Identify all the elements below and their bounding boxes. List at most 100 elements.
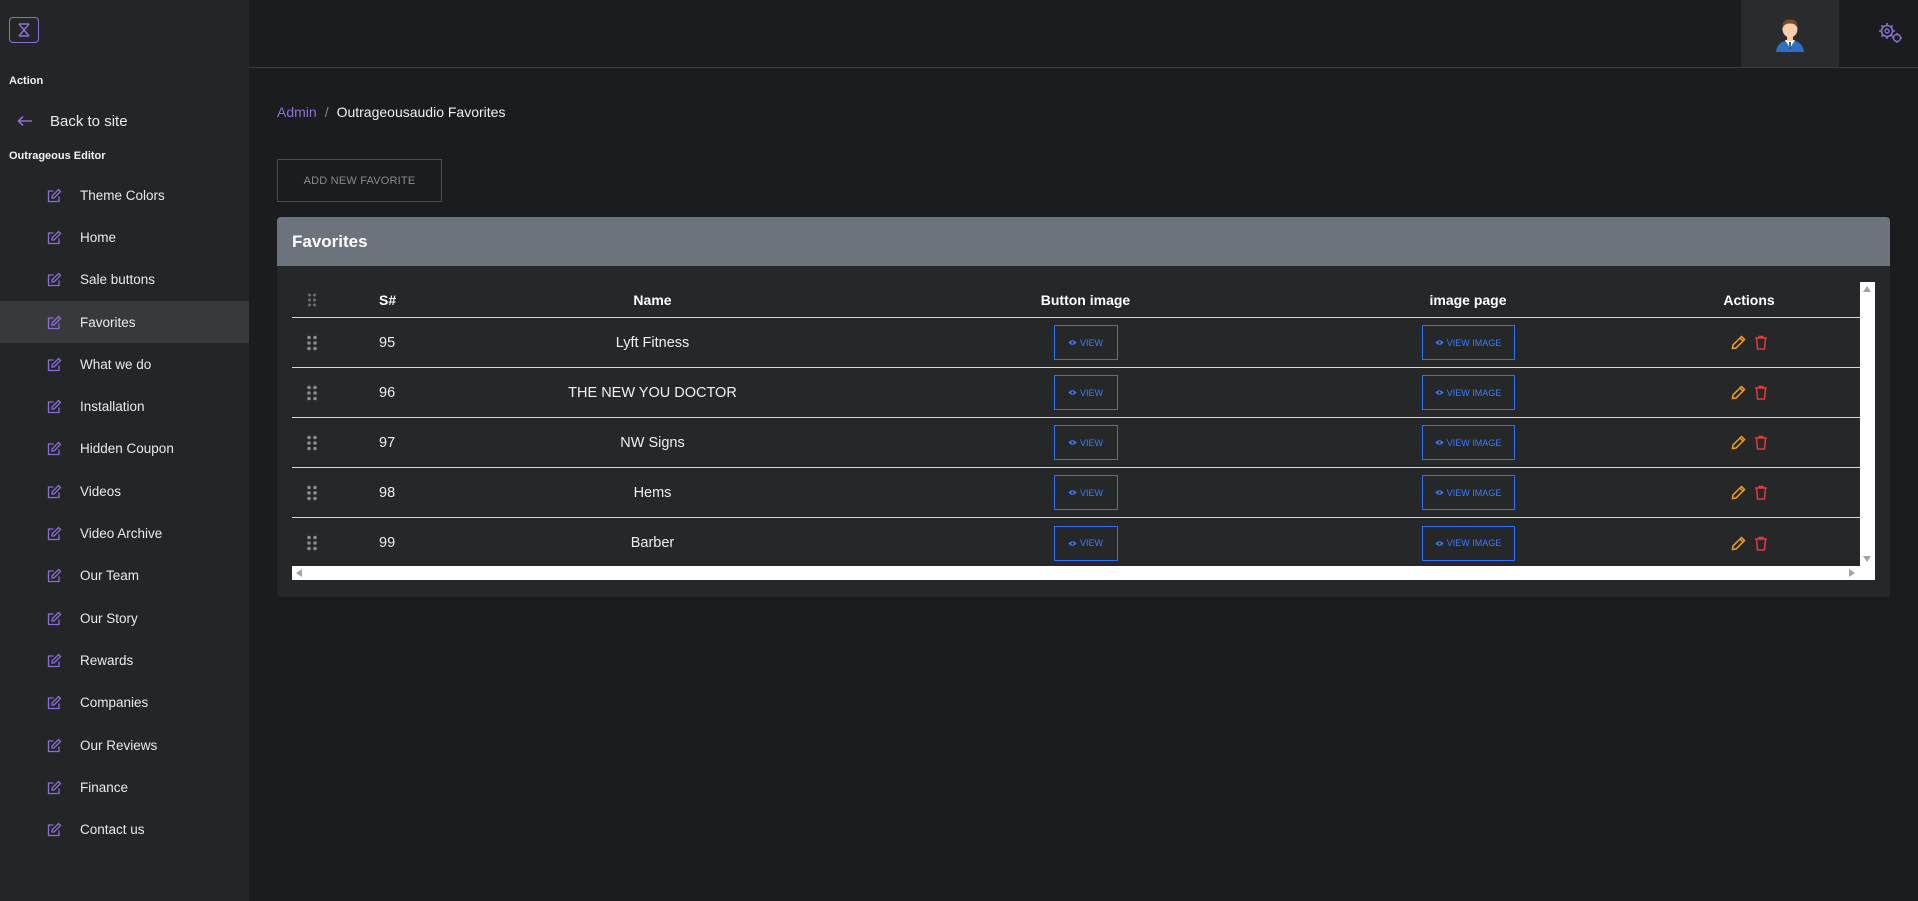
- view-image-button[interactable]: VIEW IMAGE: [1421, 375, 1515, 410]
- sidebar-item-our-story[interactable]: Our Story: [0, 597, 249, 639]
- sidebar-item-label: Video Archive: [80, 526, 163, 542]
- sidebar-item-our-reviews[interactable]: Our Reviews: [0, 724, 249, 766]
- sidebar-item-our-team[interactable]: Our Team: [0, 555, 249, 597]
- view-button[interactable]: VIEW: [1053, 325, 1118, 360]
- row-sn: 97: [379, 434, 396, 451]
- view-image-button-label: VIEW IMAGE: [1446, 538, 1502, 548]
- view-button[interactable]: VIEW: [1053, 375, 1118, 410]
- delete-trash-icon[interactable]: [1754, 335, 1768, 350]
- scroll-up-arrow-icon[interactable]: [1863, 286, 1871, 292]
- sidebar-item-label: Favorites: [80, 314, 136, 330]
- breadcrumb-separator: /: [324, 104, 329, 120]
- sidebar-item-what-we-do[interactable]: What we do: [0, 343, 249, 385]
- sidebar-item-rewards[interactable]: Rewards: [0, 639, 249, 681]
- breadcrumb-admin-link[interactable]: Admin: [277, 104, 317, 120]
- header-sn: S#: [379, 291, 397, 308]
- view-image-button[interactable]: VIEW IMAGE: [1421, 475, 1515, 510]
- horizontal-scrollbar[interactable]: [292, 566, 1875, 580]
- sidebar-item-label: Installation: [80, 399, 145, 415]
- sidebar-item-companies[interactable]: Companies: [0, 682, 249, 724]
- edit-icon: [47, 272, 62, 287]
- drag-handle-icon[interactable]: [292, 335, 332, 351]
- sidebar-item-favorites[interactable]: Favorites: [0, 300, 249, 344]
- sidebar-item-label: Our Reviews: [80, 737, 158, 753]
- edit-icon: [47, 526, 62, 541]
- view-image-button[interactable]: VIEW IMAGE: [1421, 525, 1515, 561]
- edit-pencil-icon[interactable]: [1731, 535, 1746, 551]
- edit-icon: [47, 780, 62, 795]
- drag-handle-icon[interactable]: [292, 535, 332, 551]
- breadcrumb: Admin / Outrageousaudio Favorites: [277, 104, 505, 120]
- delete-trash-icon[interactable]: [1754, 435, 1768, 450]
- scroll-left-arrow-icon[interactable]: [296, 569, 302, 577]
- row-name: Lyft Fitness: [615, 334, 690, 351]
- edit-icon: [47, 822, 62, 837]
- edit-pencil-icon[interactable]: [1731, 335, 1746, 350]
- drag-handle-icon[interactable]: [292, 385, 332, 401]
- row-name: Hems: [633, 484, 672, 501]
- view-image-button-label: VIEW IMAGE: [1446, 387, 1502, 398]
- sidebar-item-label: Finance: [80, 779, 129, 795]
- edit-icon: [47, 357, 62, 372]
- eye-icon: [1068, 390, 1077, 395]
- sidebar-item-sale-buttons[interactable]: Sale buttons: [0, 259, 249, 301]
- sidebar-item-label: Sale buttons: [80, 272, 156, 288]
- view-button[interactable]: VIEW: [1053, 425, 1118, 460]
- edit-icon: [47, 441, 62, 456]
- sidebar-item-video-archive[interactable]: Video Archive: [0, 512, 249, 554]
- delete-trash-icon[interactable]: [1754, 485, 1768, 500]
- breadcrumb-current: Outrageousaudio Favorites: [336, 104, 506, 120]
- scroll-down-arrow-icon[interactable]: [1863, 556, 1871, 562]
- back-to-site-link[interactable]: Back to site: [0, 106, 249, 136]
- table-header-row: S# Name Button image image page Actions: [292, 282, 1860, 318]
- add-new-favorite-button[interactable]: ADD NEW FAVORITE: [277, 159, 442, 202]
- table-row: 98 Hems VIEW VIEW IMAGE: [292, 468, 1860, 518]
- sidebar-item-finance[interactable]: Finance: [0, 766, 249, 808]
- user-avatar-button[interactable]: [1741, 0, 1839, 67]
- edit-icon: [47, 568, 62, 583]
- drag-handle-icon[interactable]: [292, 435, 332, 451]
- back-to-site-label: Back to site: [50, 112, 128, 130]
- sidebar-item-label: Rewards: [80, 652, 134, 668]
- drag-handle-icon[interactable]: [292, 485, 332, 501]
- gear-icon: [1879, 23, 1902, 43]
- table-row: 97 NW Signs VIEW VIEW IMAGE: [292, 418, 1860, 468]
- view-button-label: VIEW: [1079, 437, 1103, 448]
- delete-trash-icon[interactable]: [1754, 536, 1768, 551]
- sidebar-item-hidden-coupon[interactable]: Hidden Coupon: [0, 428, 249, 470]
- sidebar-item-label: Companies: [80, 695, 149, 711]
- edit-icon: [47, 399, 62, 414]
- edit-pencil-icon[interactable]: [1731, 485, 1746, 500]
- sidebar-item-label: What we do: [80, 356, 152, 372]
- edit-pencil-icon[interactable]: [1731, 385, 1746, 400]
- sidebar-item-installation[interactable]: Installation: [0, 385, 249, 427]
- sidebar: Action Back to site Outrageous Editor Th…: [0, 0, 249, 901]
- eye-icon: [1068, 490, 1077, 495]
- table-body: S# Name Button image image page Actions …: [292, 282, 1860, 566]
- settings-gear-button[interactable]: [1876, 19, 1904, 47]
- sidebar-item-label: Our Story: [80, 610, 138, 626]
- sidebar-menu: Theme Colors Home Sale buttons Favorites…: [0, 174, 249, 851]
- view-image-button-label: VIEW IMAGE: [1446, 437, 1502, 448]
- view-image-button[interactable]: VIEW IMAGE: [1421, 325, 1515, 360]
- scroll-right-arrow-icon[interactable]: [1849, 569, 1855, 577]
- header-name: Name: [633, 291, 672, 308]
- sidebar-item-videos[interactable]: Videos: [0, 470, 249, 512]
- sidebar-item-label: Hidden Coupon: [80, 441, 174, 457]
- view-button[interactable]: VIEW: [1053, 525, 1118, 561]
- sidebar-item-home[interactable]: Home: [0, 216, 249, 258]
- app-logo[interactable]: [9, 17, 39, 43]
- table-row: 95 Lyft Fitness VIEW VIEW IMAGE: [292, 318, 1860, 368]
- section-label-action: Action: [9, 75, 44, 87]
- edit-icon: [47, 230, 62, 245]
- edit-pencil-icon[interactable]: [1731, 435, 1746, 450]
- view-image-button[interactable]: VIEW IMAGE: [1421, 425, 1515, 460]
- logo-icon: [18, 23, 30, 37]
- view-button[interactable]: VIEW: [1053, 475, 1118, 510]
- vertical-scrollbar[interactable]: [1860, 282, 1875, 566]
- edit-icon: [47, 315, 62, 330]
- delete-trash-icon[interactable]: [1754, 385, 1768, 400]
- sidebar-item-contact-us[interactable]: Contact us: [0, 808, 249, 850]
- sidebar-item-theme-colors[interactable]: Theme Colors: [0, 174, 249, 216]
- edit-icon: [47, 611, 62, 626]
